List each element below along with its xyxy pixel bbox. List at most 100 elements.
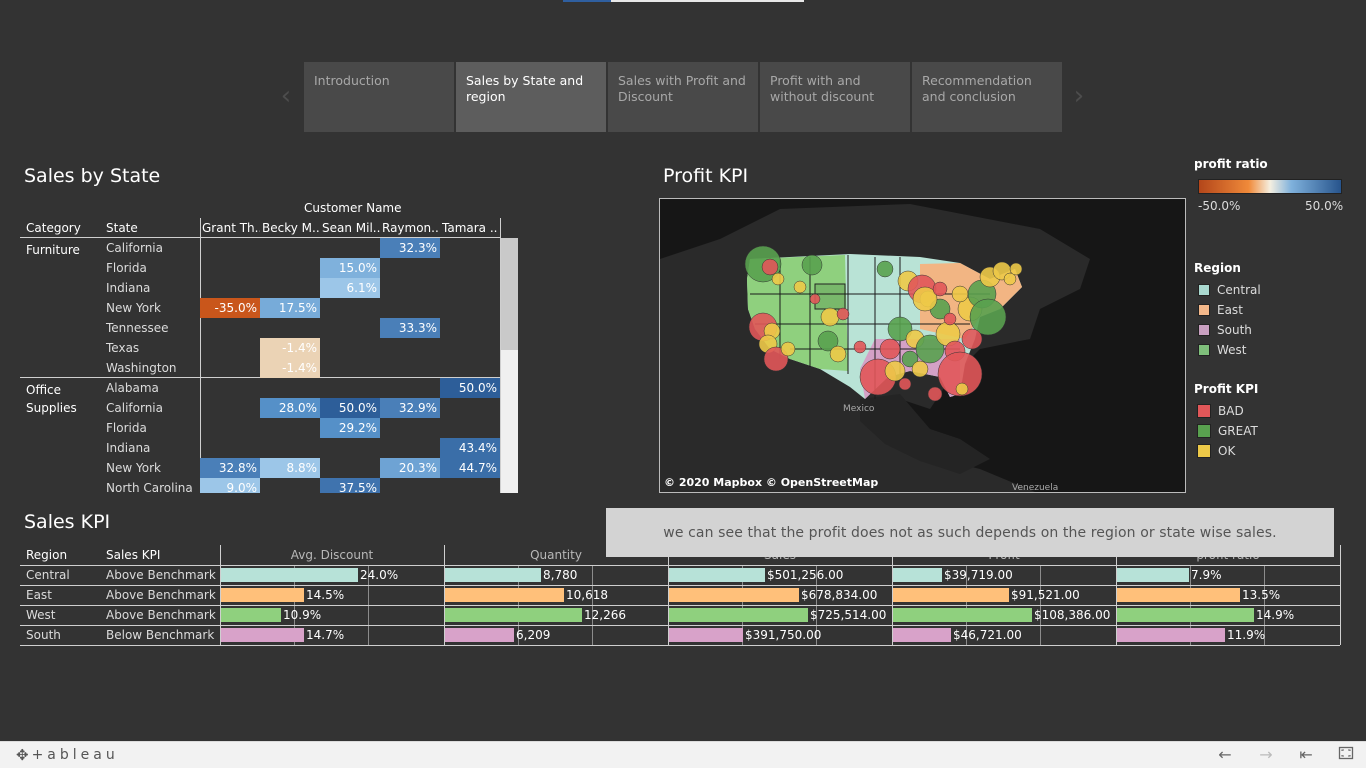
tableau-logo[interactable]: ✥ +ableau: [16, 746, 119, 764]
legend-label: South: [1217, 323, 1252, 337]
profit-kpi-marker[interactable]: [1009, 262, 1023, 276]
annotation-box[interactable]: we can see that the profit does not as s…: [606, 508, 1334, 557]
legend-item-east[interactable]: East: [1198, 300, 1261, 320]
profit-kpi-marker[interactable]: [943, 312, 957, 326]
profit-kpi-marker[interactable]: [780, 341, 796, 357]
heatmap-cell[interactable]: -1.4%: [260, 338, 320, 358]
tableau-logo-text: +ableau: [31, 747, 119, 763]
sales-kpi-header: Sales KPI: [106, 548, 161, 562]
scrollbar-thumb[interactable]: [501, 238, 518, 350]
profit-kpi-marker[interactable]: [820, 307, 840, 327]
profit-kpi-marker[interactable]: [932, 281, 948, 297]
heatmap-cell[interactable]: 6.1%: [320, 278, 380, 298]
legend-swatch: [1198, 324, 1210, 336]
heatmap-cell[interactable]: -35.0%: [200, 298, 260, 318]
table-scrollbar[interactable]: [501, 238, 518, 493]
profit-kpi-marker[interactable]: [793, 280, 807, 294]
profit-kpi-marker[interactable]: [961, 328, 983, 350]
customer-header: Becky M..: [262, 221, 320, 235]
legend-swatch: [1198, 284, 1210, 296]
state-label: New York: [106, 301, 161, 315]
map-attribution[interactable]: © 2020 Mapbox © OpenStreetMap: [664, 476, 878, 489]
heatmap-cell[interactable]: 9.0%: [200, 478, 260, 493]
heatmap-cell[interactable]: 32.3%: [380, 238, 440, 258]
profit-kpi-marker[interactable]: [898, 377, 912, 391]
kpi-bar[interactable]: [669, 608, 808, 622]
kpi-bar[interactable]: [221, 608, 281, 622]
heatmap-cell[interactable]: 32.8%: [200, 458, 260, 478]
heatmap-cell[interactable]: 33.3%: [380, 318, 440, 338]
kpi-bar[interactable]: [445, 568, 541, 582]
profit-kpi-marker[interactable]: [879, 338, 901, 360]
kpi-bar[interactable]: [221, 588, 304, 602]
legend-item-bad[interactable]: BAD: [1197, 401, 1258, 421]
kpi-bar[interactable]: [1117, 568, 1189, 582]
heatmap-cell[interactable]: 20.3%: [380, 458, 440, 478]
profit-kpi-marker[interactable]: [927, 386, 943, 402]
profit-kpi-marker[interactable]: [829, 345, 847, 363]
heatmap-cell[interactable]: 50.0%: [320, 398, 380, 418]
kpi-bar[interactable]: [893, 608, 1032, 622]
story-point-1[interactable]: Introduction: [304, 62, 454, 132]
story-point-5[interactable]: Recommendation and conclusion: [912, 62, 1062, 132]
kpi-bar[interactable]: [445, 628, 514, 642]
profit-kpi-marker[interactable]: [809, 293, 821, 305]
heatmap-cell[interactable]: 8.8%: [260, 458, 320, 478]
profit-kpi-map[interactable]: Mexico Venezuela © 2020 Mapbox © OpenStr…: [659, 198, 1186, 493]
kpi-bar[interactable]: [1117, 588, 1240, 602]
profit-kpi-marker[interactable]: [761, 258, 779, 276]
heatmap-cell[interactable]: 50.0%: [440, 378, 500, 398]
sales-kpi-label: Above Benchmark: [106, 568, 216, 582]
heatmap-cell[interactable]: 37.5%: [320, 478, 380, 493]
legend-swatch: [1198, 344, 1210, 356]
story-point-3[interactable]: Sales with Profit and Discount: [608, 62, 758, 132]
story-point-2[interactable]: Sales by State and region: [456, 62, 606, 132]
kpi-bar[interactable]: [445, 608, 582, 622]
legend-item-west[interactable]: West: [1198, 340, 1261, 360]
heatmap-cell[interactable]: 15.0%: [320, 258, 380, 278]
kpi-bar-label: 8,780: [543, 568, 578, 582]
kpi-bar[interactable]: [669, 588, 799, 602]
profit-ratio-gradient[interactable]: [1198, 179, 1342, 194]
profit-kpi-marker[interactable]: [836, 307, 850, 321]
chevron-right-icon[interactable]: ›: [1069, 76, 1089, 116]
heatmap-cell[interactable]: 43.4%: [440, 438, 500, 458]
profit-kpi-marker[interactable]: [801, 254, 823, 276]
heatmap-cell[interactable]: 29.2%: [320, 418, 380, 438]
profit-kpi-marker[interactable]: [911, 360, 929, 378]
kpi-bar[interactable]: [221, 628, 304, 642]
legend-item-south[interactable]: South: [1198, 320, 1261, 340]
kpi-bar[interactable]: [669, 628, 743, 642]
legend-item-great[interactable]: GREAT: [1197, 421, 1258, 441]
profit-kpi-marker[interactable]: [876, 260, 894, 278]
legend-label: GREAT: [1218, 424, 1258, 438]
heatmap-cell[interactable]: 32.9%: [380, 398, 440, 418]
kpi-bar[interactable]: [221, 568, 358, 582]
profit-kpi-marker[interactable]: [771, 272, 785, 286]
kpi-bar[interactable]: [893, 588, 1009, 602]
heatmap-cell[interactable]: 17.5%: [260, 298, 320, 318]
legend-item-ok[interactable]: OK: [1197, 441, 1258, 461]
fullscreen-icon[interactable]: [1334, 745, 1358, 765]
kpi-bar[interactable]: [1117, 628, 1225, 642]
legend-item-central[interactable]: Central: [1198, 280, 1261, 300]
heatmap-cell[interactable]: 28.0%: [260, 398, 320, 418]
heatmap-cell[interactable]: -1.4%: [260, 358, 320, 378]
kpi-bar[interactable]: [669, 568, 765, 582]
profit-kpi-marker[interactable]: [853, 340, 867, 354]
story-point-4[interactable]: Profit with and without discount: [760, 62, 910, 132]
kpi-bar[interactable]: [445, 588, 564, 602]
revert-icon[interactable]: ⇤: [1294, 745, 1318, 764]
kpi-bar[interactable]: [1117, 608, 1254, 622]
chevron-left-icon[interactable]: ‹: [276, 76, 296, 116]
undo-icon[interactable]: ←: [1213, 745, 1237, 764]
heatmap-cell[interactable]: 44.7%: [440, 458, 500, 478]
column-divider: [200, 218, 201, 493]
redo-icon[interactable]: →: [1254, 745, 1278, 764]
profit-kpi-marker[interactable]: [884, 360, 906, 382]
kpi-bar[interactable]: [893, 628, 951, 642]
profit-kpi-marker[interactable]: [951, 285, 969, 303]
kpi-bar[interactable]: [893, 568, 942, 582]
state-label: Tennessee: [106, 321, 169, 335]
profit-kpi-marker[interactable]: [955, 382, 969, 396]
